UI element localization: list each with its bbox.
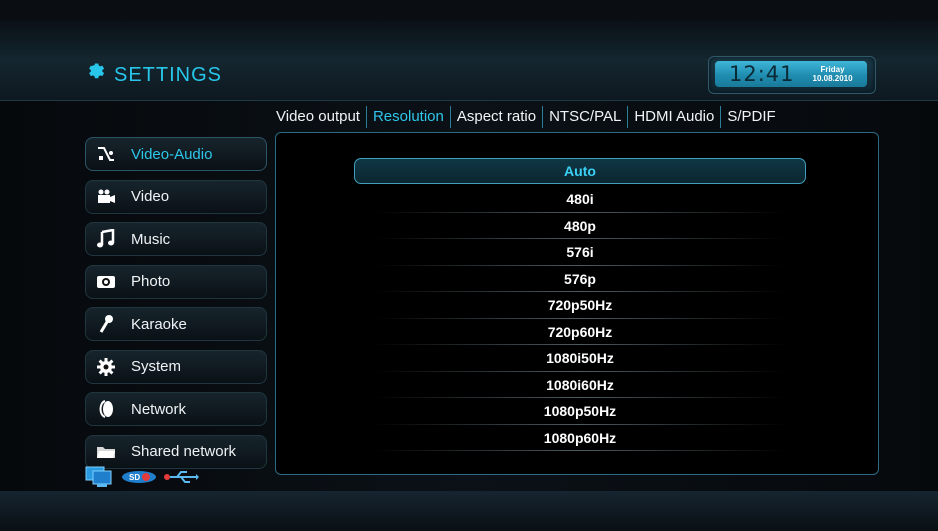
sd-card-icon: SD xyxy=(121,469,157,490)
clock-display: 12:41 Friday 10.08.2010 xyxy=(715,61,867,87)
sidebar-item-photo[interactable]: Photo xyxy=(85,264,267,299)
tab-ntsc-pal[interactable]: NTSC/PAL xyxy=(542,106,627,128)
sidebar-item-shared-network[interactable]: Shared network xyxy=(85,434,267,469)
camera-icon xyxy=(95,186,117,208)
sidebar-item-label: Video-Audio xyxy=(131,145,213,163)
sidebar-item-label: Shared network xyxy=(131,443,237,460)
status-icons: SD xyxy=(85,466,199,493)
sidebar-item-video-audio[interactable]: Video-Audio xyxy=(85,137,267,171)
gear-icon xyxy=(95,356,117,378)
sidebar-item-karaoke[interactable]: Karaoke xyxy=(85,307,267,341)
sidebar-item-label: Photo xyxy=(131,273,171,290)
page-title: SETTINGS xyxy=(86,61,222,89)
tab-hdmi-audio[interactable]: HDMI Audio xyxy=(627,106,720,128)
sidebar-item-label: System xyxy=(131,358,182,375)
title-text: SETTINGS xyxy=(114,63,223,86)
resolution-panel: Auto 480i 480p 576i 576p 720p50Hz 720p60… xyxy=(275,132,879,475)
sidebar-item-video[interactable]: Video xyxy=(85,179,267,214)
clock-widget: 12:41 Friday 10.08.2010 xyxy=(708,56,876,94)
sidebar-item-label: Karaoke xyxy=(131,315,187,333)
svg-text:SD: SD xyxy=(129,473,140,482)
music-note-icon xyxy=(95,228,117,250)
resolution-option-576i[interactable]: 576i xyxy=(354,239,806,266)
settings-screen: SETTINGS 12:41 Friday 10.08.2010 Video o… xyxy=(0,0,938,531)
microphone-icon xyxy=(95,313,117,335)
clock-time: 12:41 xyxy=(729,62,795,86)
resolution-option-1080i60hz[interactable]: 1080i60Hz xyxy=(354,372,806,399)
gear-icon xyxy=(86,61,108,89)
sidebar-item-label: Music xyxy=(131,230,171,248)
resolution-option-480i[interactable]: 480i xyxy=(354,186,806,213)
photo-icon xyxy=(95,271,117,293)
resolution-option-576p[interactable]: 576p xyxy=(354,266,806,293)
sidebar-item-music[interactable]: Music xyxy=(85,222,267,256)
tab-video-output[interactable]: Video output xyxy=(270,106,366,128)
resolution-option-720p60hz[interactable]: 720p60Hz xyxy=(354,319,806,346)
sidebar-item-label: Network xyxy=(131,400,187,418)
top-band xyxy=(0,0,938,20)
resolution-option-1080i50hz[interactable]: 1080i50Hz xyxy=(354,345,806,372)
tab-aspect-ratio[interactable]: Aspect ratio xyxy=(449,106,542,128)
sidebar-item-network[interactable]: Network xyxy=(85,392,267,426)
tab-spdif[interactable]: S/PDIF xyxy=(720,106,781,128)
resolution-option-720p50hz[interactable]: 720p50Hz xyxy=(354,292,806,319)
usb-icon xyxy=(163,469,199,490)
network-icon xyxy=(95,398,117,420)
clock-day: Friday xyxy=(820,65,845,74)
tab-resolution[interactable]: Resolution xyxy=(365,106,450,128)
bottom-band xyxy=(0,491,938,531)
sidebar-item-label: Video xyxy=(131,188,170,205)
sidebar: Video-Audio Video Music Photo Karaoke Sy… xyxy=(85,137,267,477)
computer-icon xyxy=(85,466,115,493)
resolution-option-auto[interactable]: Auto xyxy=(354,158,806,184)
resolution-list: Auto 480i 480p 576i 576p 720p50Hz 720p60… xyxy=(354,158,806,451)
clock-date: Friday 10.08.2010 xyxy=(813,65,853,83)
resolution-option-1080p60hz[interactable]: 1080p60Hz xyxy=(354,425,806,452)
clock-date-value: 10.08.2010 xyxy=(812,74,853,83)
sidebar-item-system[interactable]: System xyxy=(85,349,267,384)
resolution-option-1080p50hz[interactable]: 1080p50Hz xyxy=(354,398,806,425)
resolution-option-480p[interactable]: 480p xyxy=(354,213,806,240)
video-audio-icon xyxy=(95,143,117,165)
tab-bar: Video output Resolution Aspect ratio NTS… xyxy=(270,106,782,128)
folder-icon xyxy=(95,441,117,463)
